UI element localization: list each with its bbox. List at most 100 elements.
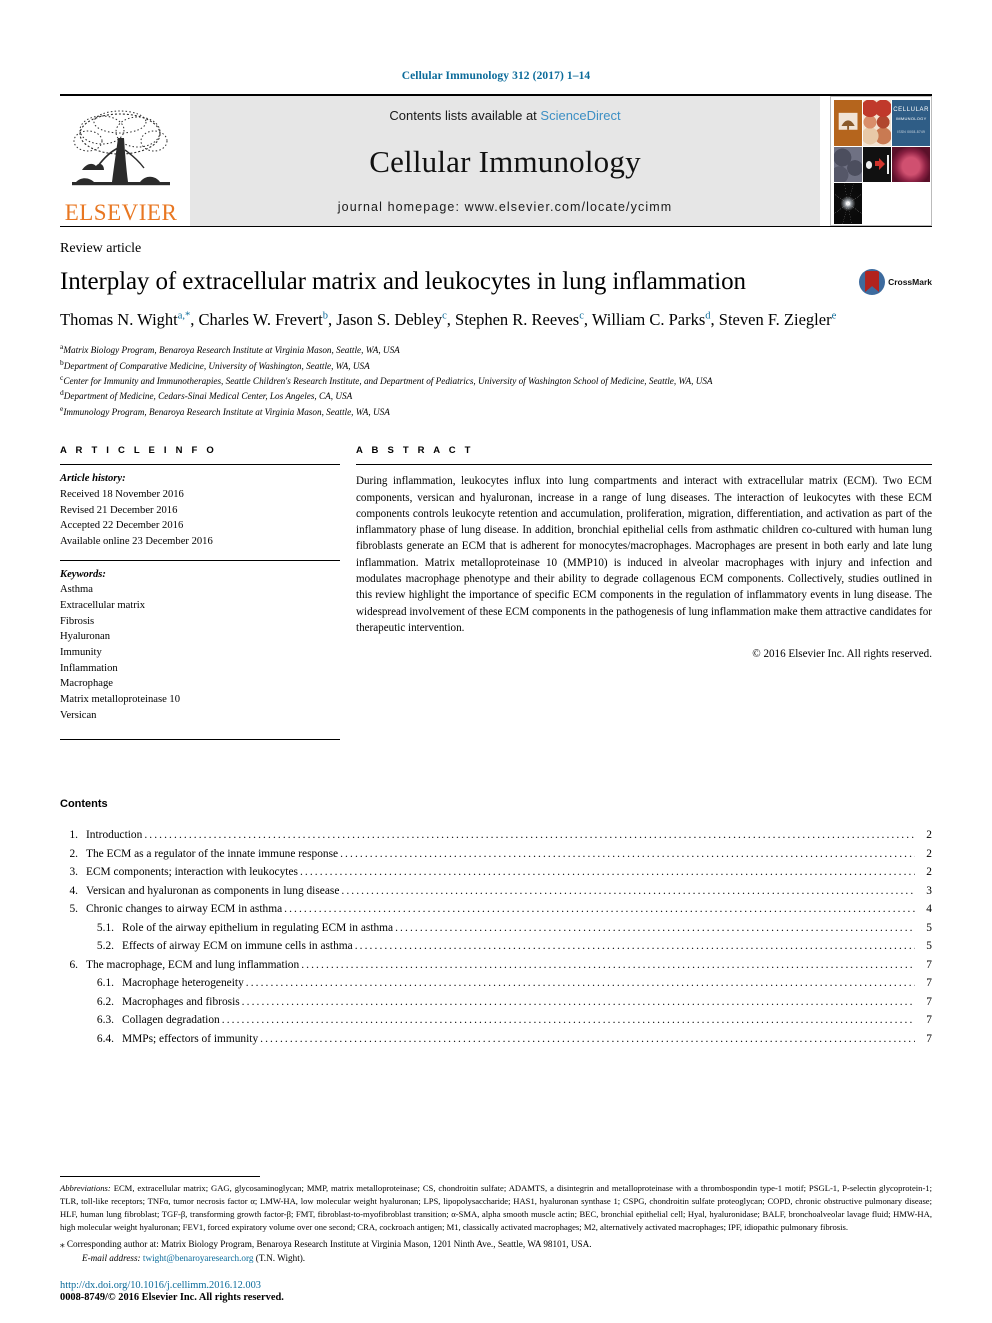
toc-row[interactable]: 6.3. Collagen degradation................… bbox=[60, 1011, 932, 1029]
abbreviations-note: Abbreviations: ECM, extracellular matrix… bbox=[60, 1182, 932, 1234]
journal-homepage-link[interactable]: journal homepage: www.elsevier.com/locat… bbox=[338, 200, 672, 214]
toc-page-number: 7 bbox=[926, 977, 932, 990]
affiliation: aMatrix Biology Program, Benaroya Resear… bbox=[60, 342, 932, 357]
toc-leader-dots: ........................................… bbox=[354, 940, 915, 953]
toc-row[interactable]: 6.1. Macrophage heterogeneity............… bbox=[60, 974, 932, 992]
doi-link[interactable]: http://dx.doi.org/10.1016/j.cellimm.2016… bbox=[60, 1280, 284, 1291]
footnote-section: Abbreviations: ECM, extracellular matrix… bbox=[60, 1175, 932, 1265]
toc-number: 5.1. bbox=[96, 921, 114, 934]
toc-leader-dots: ........................................… bbox=[260, 1032, 915, 1045]
contents-section: Contents 1. Introduction.................… bbox=[60, 798, 932, 1048]
abbreviations-label: Abbreviations: bbox=[60, 1182, 111, 1193]
toc-label[interactable]: Macrophage heterogeneity bbox=[122, 974, 244, 992]
article-info-heading: A R T I C L E I N F O bbox=[60, 445, 217, 457]
toc-label[interactable]: Chronic changes to airway ECM in asthma bbox=[86, 900, 282, 918]
toc-page-number: 7 bbox=[926, 1032, 932, 1045]
toc-number: 6.1. bbox=[96, 977, 114, 990]
article-history-label: Article history: bbox=[60, 473, 126, 485]
toc-row[interactable]: 6.4. MMPs; effectors of immunity.........… bbox=[60, 1030, 932, 1048]
toc-leader-dots: ........................................… bbox=[299, 866, 915, 879]
toc-page-number: 2 bbox=[926, 866, 932, 879]
toc-number: 3. bbox=[69, 866, 78, 879]
keyword-item: Fibrosis bbox=[60, 615, 95, 627]
email-label: E-mail address: bbox=[82, 1252, 141, 1263]
affiliation-list: aMatrix Biology Program, Benaroya Resear… bbox=[60, 342, 932, 419]
toc-row[interactable]: 5.1. Role of the airway epithelium in reg… bbox=[60, 919, 932, 937]
affiliation: dDepartment of Medicine, Cedars-Sinai Me… bbox=[60, 388, 932, 403]
affiliation-text: Department of Comparative Medicine, Univ… bbox=[63, 360, 370, 371]
contents-available-line: Contents lists available at ScienceDirec… bbox=[389, 108, 620, 123]
elsevier-tree-icon bbox=[72, 110, 170, 186]
toc-number: 5. bbox=[69, 903, 78, 916]
toc-number: 6.3. bbox=[96, 1014, 114, 1027]
toc-row[interactable]: 5.2. Effects of airway ECM on immune cell… bbox=[60, 937, 932, 955]
toc-label[interactable]: The macrophage, ECM and lung inflammatio… bbox=[86, 956, 299, 974]
article-history-item: Revised 21 December 2016 bbox=[60, 504, 178, 516]
cover-tile-tissue bbox=[834, 147, 863, 182]
cover-tile-elsevier bbox=[834, 100, 863, 147]
affiliation-text: Immunology Program, Benaroya Research In… bbox=[63, 406, 390, 417]
contents-prefix: Contents lists available at bbox=[389, 108, 541, 123]
doi-block: http://dx.doi.org/10.1016/j.cellimm.2016… bbox=[60, 1280, 284, 1303]
toc-label[interactable]: Macrophages and fibrosis bbox=[122, 993, 240, 1011]
toc-label[interactable]: ECM components; interaction with leukocy… bbox=[86, 863, 298, 881]
cover-title-line1: CELLULAR bbox=[893, 107, 930, 113]
article-history-items: Received 18 November 2016 Revised 21 Dece… bbox=[60, 487, 340, 550]
cover-tile-title: CELLULAR IMMUNOLOGY ISSN 0008-8749 bbox=[892, 100, 930, 147]
toc-leader-dots: ........................................… bbox=[395, 921, 915, 934]
toc-label[interactable]: Role of the airway epithelium in regulat… bbox=[122, 919, 393, 937]
toc-row[interactable]: 4. Versican and hyaluronan as components … bbox=[60, 882, 932, 900]
toc-row[interactable]: 5. Chronic changes to airway ECM in asthm… bbox=[60, 900, 932, 918]
toc-label[interactable]: Versican and hyaluronan as components in… bbox=[86, 882, 339, 900]
masthead-bottom-rule bbox=[60, 226, 932, 227]
sciencedirect-link[interactable]: ScienceDirect bbox=[540, 108, 620, 123]
keyword-item: Macrophage bbox=[60, 678, 113, 690]
article-history: Article history: Received 18 November 20… bbox=[60, 471, 340, 549]
cover-title-line2: IMMUNOLOGY bbox=[895, 116, 927, 121]
affiliation-text: Matrix Biology Program, Benaroya Researc… bbox=[63, 345, 400, 356]
toc-number: 2. bbox=[69, 847, 78, 860]
keyword-item: Extracellular matrix bbox=[60, 600, 146, 611]
contents-heading: Contents bbox=[60, 798, 108, 811]
toc-label[interactable]: MMPs; effectors of immunity bbox=[122, 1030, 258, 1048]
running-head: Cellular Immunology 312 (2017) 1–14 bbox=[401, 70, 591, 82]
toc-row[interactable]: 1. Introduction..........................… bbox=[60, 826, 932, 844]
affiliation: cCenter for Immunity and Immunotherapies… bbox=[60, 373, 932, 388]
toc-label[interactable]: Collagen degradation bbox=[122, 1011, 220, 1029]
cover-issn: ISSN 0008-8749 bbox=[897, 130, 926, 134]
article-type: Review article bbox=[60, 241, 142, 256]
cover-tile-cell-spread bbox=[834, 182, 863, 224]
toc-page-number: 2 bbox=[926, 847, 932, 860]
toc-row[interactable]: 3. ECM components; interaction with leuko… bbox=[60, 863, 932, 881]
elsevier-logo: ELSEVIER bbox=[60, 96, 182, 226]
toc-number: 6.2. bbox=[96, 995, 114, 1008]
toc-row[interactable]: 6.2. Macrophages and fibrosis............… bbox=[60, 993, 932, 1011]
journal-cover-thumbnail[interactable]: CELLULAR IMMUNOLOGY ISSN 0008-8749 bbox=[830, 96, 932, 226]
article-info-column: A R T I C L E I N F O Article history: R… bbox=[60, 445, 340, 741]
toc-page-number: 4 bbox=[926, 903, 932, 916]
toc-label[interactable]: Effects of airway ECM on immune cells in… bbox=[122, 937, 353, 955]
toc-page-number: 5 bbox=[926, 921, 932, 934]
toc-page-number: 5 bbox=[926, 940, 932, 953]
article-info-bottom-rule bbox=[60, 739, 340, 741]
journal-band: Contents lists available at ScienceDirec… bbox=[190, 96, 820, 226]
keyword-item: Inflammation bbox=[60, 662, 118, 674]
keyword-item: Immunity bbox=[60, 647, 102, 659]
toc-label[interactable]: The ECM as a regulator of the innate imm… bbox=[86, 845, 338, 863]
article-history-item: Accepted 22 December 2016 bbox=[60, 520, 184, 532]
toc-label[interactable]: Introduction bbox=[86, 826, 142, 844]
affiliation: eImmunology Program, Benaroya Research I… bbox=[60, 404, 932, 419]
affiliation: bDepartment of Comparative Medicine, Uni… bbox=[60, 358, 932, 373]
toc-number: 5.2. bbox=[96, 940, 114, 953]
cover-tile-dots bbox=[863, 100, 892, 147]
crossmark-badge[interactable]: CrossMark bbox=[859, 269, 932, 295]
email-link[interactable]: twight@benaroyaresearch.org bbox=[143, 1253, 254, 1263]
toc-leader-dots: ........................................… bbox=[301, 958, 915, 971]
cover-tile-histology bbox=[892, 147, 930, 182]
toc-page-number: 7 bbox=[926, 1014, 932, 1027]
keyword-item: Asthma bbox=[60, 584, 93, 596]
abstract-body: During inflammation, leukocytes influx i… bbox=[356, 475, 932, 634]
toc-row[interactable]: 2. The ECM as a regulator of the innate i… bbox=[60, 845, 932, 863]
toc-row[interactable]: 6. The macrophage, ECM and lung inflammat… bbox=[60, 956, 932, 974]
affiliation-text: Department of Medicine, Cedars-Sinai Med… bbox=[63, 391, 353, 402]
